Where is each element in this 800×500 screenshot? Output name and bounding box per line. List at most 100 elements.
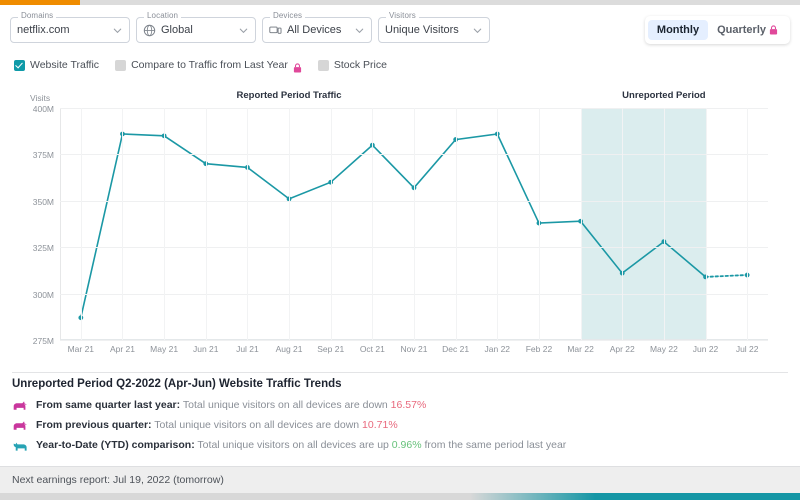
traffic-line-dashed xyxy=(704,274,749,278)
insight-row: Year-to-Date (YTD) comparison: Total uni… xyxy=(12,439,788,452)
insight-text: From same quarter last year: Total uniqu… xyxy=(36,399,426,412)
gridline-vertical xyxy=(205,108,207,340)
y-axis-tick-label: 375M xyxy=(32,150,54,161)
location-select-value: Global xyxy=(161,24,193,36)
website-traffic-checkbox[interactable] xyxy=(14,59,25,71)
x-axis-tick-label: Feb 22 xyxy=(525,344,553,354)
y-axis-tick-label: 300M xyxy=(32,289,54,300)
insight-body: Total unique visitors on all devices are… xyxy=(180,399,427,411)
x-axis-tick-label: Jun 21 xyxy=(192,344,219,354)
compare-last-year-checkbox[interactable] xyxy=(115,59,127,71)
chevron-down-icon xyxy=(354,25,365,36)
period-toggle-monthly[interactable]: Monthly xyxy=(647,20,709,40)
legend-label-website-traffic: Website Traffic xyxy=(30,59,100,71)
stock-price-checkbox[interactable] xyxy=(317,59,329,71)
chart-plot-area: 400M 375M 350M 325M 300M 275M Mar 21 Apr 21 May … xyxy=(33,104,768,354)
gridline-vertical xyxy=(663,108,665,340)
gridline-vertical xyxy=(122,108,124,340)
x-axis-tick-label: Apr 21 xyxy=(109,344,135,354)
chart-region-label: Reported Period Traffic xyxy=(236,90,342,101)
insights-divider xyxy=(12,372,788,373)
gridline-vertical xyxy=(289,108,291,340)
gridline-vertical xyxy=(622,108,624,340)
traffic-chart: Visits 400M 375M 350M 325M 300M 275M Mar 21 Apr… xyxy=(8,82,792,370)
y-axis-title: Visits xyxy=(30,93,51,103)
insight-lead: Year-to-Date (YTD) comparison: xyxy=(36,439,195,451)
x-axis-tick-label: Mar 21 xyxy=(67,344,95,354)
series-legend-row: Website Traffic Compare to Traffic from … xyxy=(0,52,800,78)
insight-text: Year-to-Date (YTD) comparison: Total uni… xyxy=(36,439,566,452)
gridline-vertical xyxy=(538,108,540,340)
devices-icon xyxy=(269,24,282,37)
x-axis-tick-label: May 22 xyxy=(649,344,678,354)
period-toggle: Monthly Quarterly xyxy=(644,16,790,44)
visitors-select[interactable]: Visitors Unique Visitors xyxy=(378,11,490,43)
x-axis-tick-label: Jul 22 xyxy=(735,344,759,354)
domains-select[interactable]: Domains netflix.com xyxy=(10,11,130,43)
insight-lead: From previous quarter: xyxy=(36,419,152,431)
insight-body: Total unique visitors on all devices are… xyxy=(194,439,567,451)
insight-row: From previous quarter: Total unique visi… xyxy=(12,419,788,432)
footer-bar: Next earnings report: Jul 19, 2022 (tomo… xyxy=(0,467,800,493)
insight-percent: 10.71% xyxy=(362,419,398,431)
gridline-vertical xyxy=(705,108,707,340)
bear-icon xyxy=(12,400,29,412)
x-axis-tick-label: Apr 22 xyxy=(609,344,635,354)
bear-icon xyxy=(12,420,29,432)
chevron-down-icon xyxy=(112,25,123,36)
visitors-select-legend: Visitors xyxy=(386,11,419,21)
x-axis-tick-label: Sep 21 xyxy=(317,344,345,354)
legend-item-website-traffic[interactable]: Website Traffic xyxy=(14,59,99,71)
gridline-vertical xyxy=(414,108,415,340)
lock-icon xyxy=(769,25,778,35)
bull-icon xyxy=(12,440,29,452)
gridline-vertical xyxy=(80,108,82,340)
gridline-horizontal xyxy=(60,340,768,341)
domains-select-legend: Domains xyxy=(18,11,57,21)
insights-title: Unreported Period Q2-2022 (Apr-Jun) Webs… xyxy=(12,378,342,390)
next-earnings-report-text: Next earnings report: Jul 19, 2022 (tomo… xyxy=(12,474,224,486)
insight-percent: 0.96% xyxy=(391,439,422,451)
period-toggle-quarterly[interactable]: Quarterly xyxy=(708,20,787,40)
y-axis-tick-label: 350M xyxy=(32,196,54,207)
insights-section: Unreported Period Q2-2022 (Apr-Jun) Webs… xyxy=(12,378,788,459)
y-axis-tick-label: 325M xyxy=(32,243,54,254)
location-select[interactable]: Location Global xyxy=(136,11,256,43)
x-axis-tick-label: Mar 22 xyxy=(567,344,594,354)
gridline-vertical xyxy=(372,108,374,340)
legend-item-compare-last-year[interactable]: Compare to Traffic from Last Year xyxy=(115,59,302,73)
gridline-vertical xyxy=(330,108,332,340)
location-select-legend: Location xyxy=(144,11,182,21)
legend-label-compare-last-year: Compare to Traffic from Last Year xyxy=(131,59,288,71)
globe-icon xyxy=(143,24,156,37)
chevron-down-icon xyxy=(472,25,483,36)
period-toggle-monthly-label: Monthly xyxy=(656,24,700,36)
devices-select[interactable]: Devices All Devices xyxy=(262,11,372,43)
chart-region-label: Unreported Period xyxy=(622,90,706,101)
insight-text: From previous quarter: Total unique visi… xyxy=(36,419,398,432)
x-axis-tick-label: Jul 21 xyxy=(236,344,259,354)
lock-icon xyxy=(293,60,302,73)
legend-item-stock-price[interactable]: Stock Price xyxy=(317,59,387,71)
gridline-vertical xyxy=(497,108,499,340)
legend-label-stock-price: Stock Price xyxy=(333,59,387,71)
filters-toolbar: Domains netflix.com Location Global Devi… xyxy=(0,5,800,50)
x-axis-tick-label: Nov 21 xyxy=(400,344,428,354)
devices-select-value: All Devices xyxy=(287,24,342,36)
traffic-line-solid xyxy=(80,133,707,318)
y-axis-tick-label: 400M xyxy=(32,104,54,114)
chevron-down-icon xyxy=(238,25,249,36)
visitors-select-value: Unique Visitors xyxy=(385,24,459,36)
devices-select-legend: Devices xyxy=(270,11,306,21)
x-axis-tick-label: May 21 xyxy=(150,344,179,354)
x-axis-tick-label: Oct 21 xyxy=(359,344,385,354)
period-toggle-quarterly-label: Quarterly xyxy=(717,24,766,36)
gridline-vertical xyxy=(164,108,166,340)
insight-lead: From same quarter last year: xyxy=(36,399,181,411)
gridline-vertical xyxy=(455,108,457,340)
x-axis-tick-label: Jun 22 xyxy=(692,344,719,354)
gridline-vertical xyxy=(747,108,749,340)
insight-body: Total unique visitors on all devices are… xyxy=(151,419,398,431)
y-axis-tick-label: 275M xyxy=(32,336,54,346)
insights-rows: From same quarter last year: Total uniqu… xyxy=(12,399,788,452)
